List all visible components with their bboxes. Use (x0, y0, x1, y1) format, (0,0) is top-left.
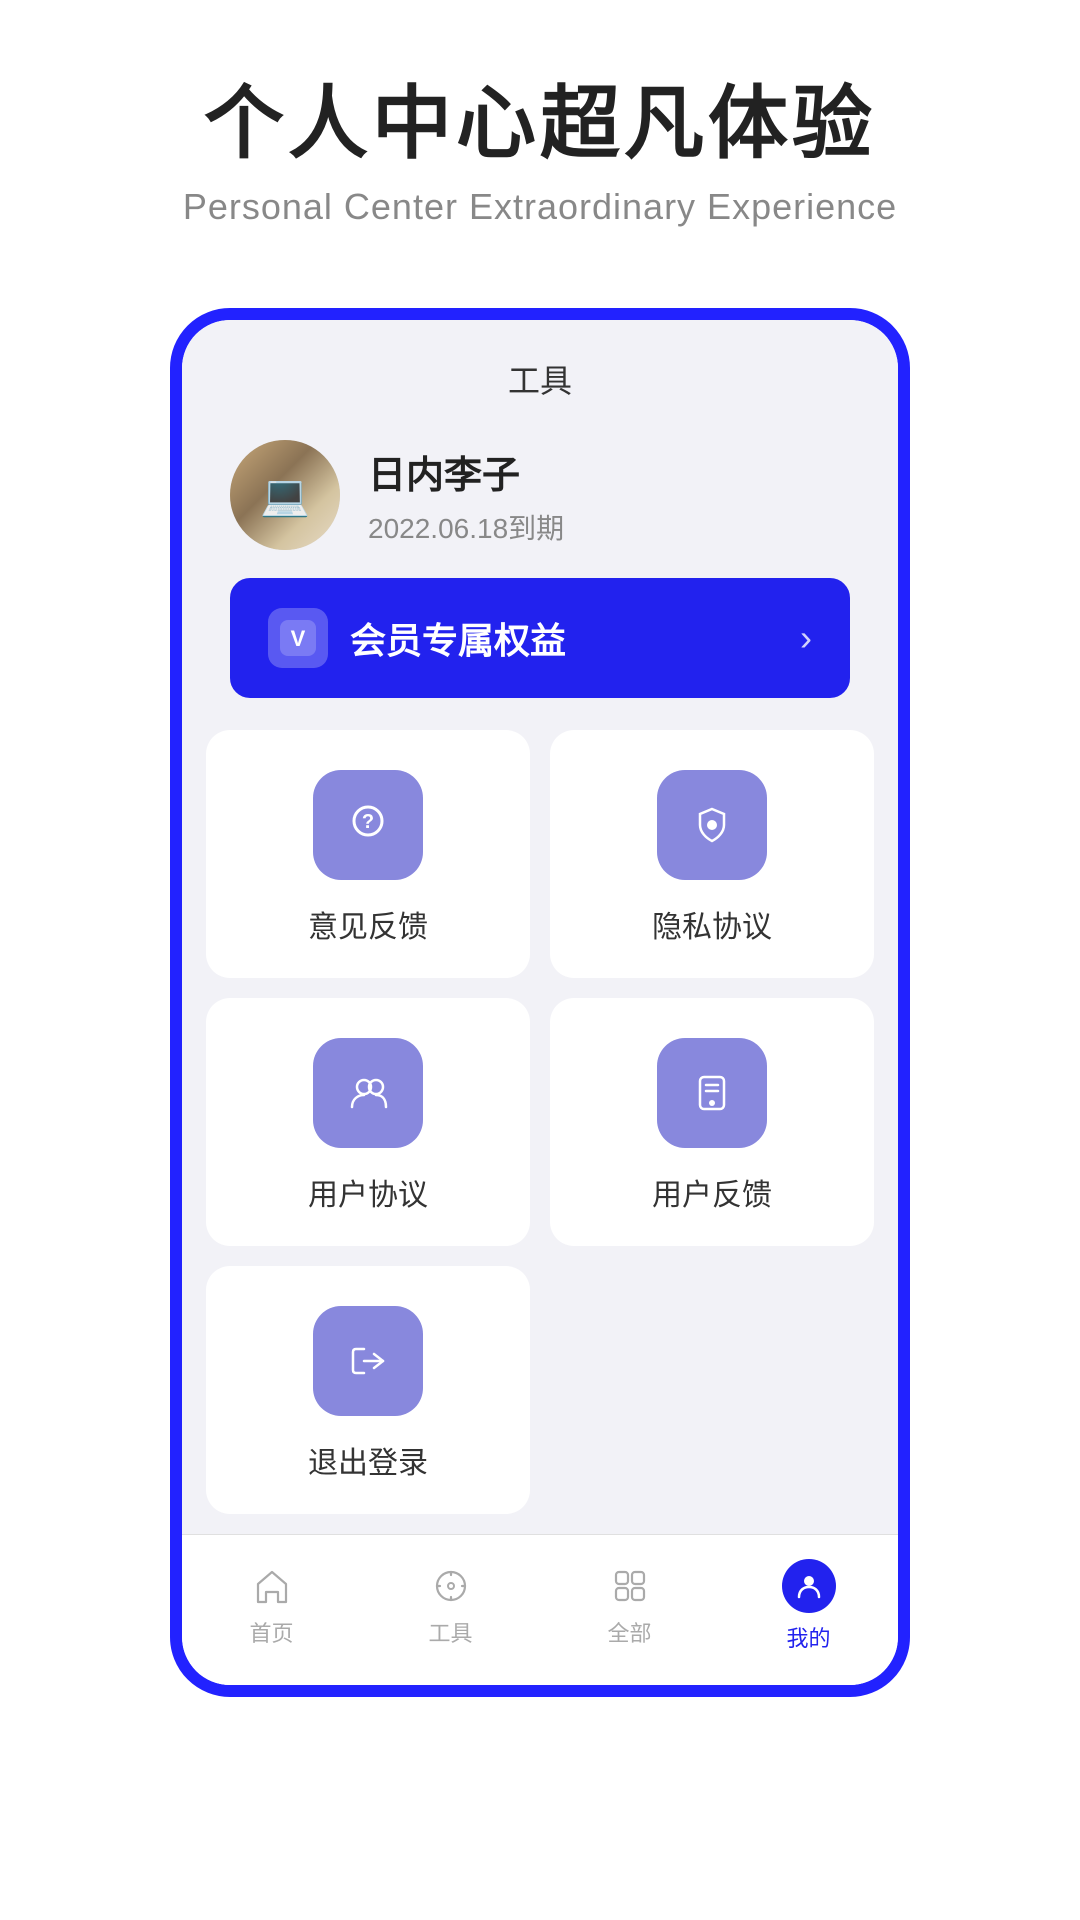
user-agreement-icon-bg (313, 1038, 423, 1148)
privacy-icon-bg (657, 770, 767, 880)
phone-inner: 工具 日内李子 2022.06.18到期 V 会 (182, 320, 898, 1685)
page-title-en: Personal Center Extraordinary Experience (183, 186, 897, 228)
member-btn-arrow: › (800, 617, 812, 659)
user-feedback-icon-bg (657, 1038, 767, 1148)
profile-info: 日内李子 2022.06.18到期 (368, 444, 564, 547)
grid-empty (550, 1266, 874, 1514)
grid-item-user-feedback[interactable]: 用户反馈 (550, 998, 874, 1246)
user-agreement-icon (342, 1067, 394, 1119)
nav-label-tools: 工具 (428, 1616, 472, 1648)
member-btn-label: 会员专属权益 (350, 612, 566, 664)
svg-text:?: ? (362, 811, 374, 833)
grid-row-2: 用户协议 用户反馈 (182, 998, 898, 1246)
profile-section: 日内李子 2022.06.18到期 (182, 420, 898, 578)
page-title-zh: 个人中心超凡体验 (204, 80, 876, 168)
grid-icon (608, 1564, 652, 1608)
avatar (230, 440, 340, 550)
member-icon: V (268, 608, 328, 668)
user-feedback-icon (686, 1067, 738, 1119)
nav-label-all: 全部 (607, 1616, 651, 1648)
feedback-icon: ? (342, 799, 394, 851)
nav-item-home[interactable]: 首页 (182, 1564, 361, 1648)
logout-label: 退出登录 (308, 1438, 428, 1482)
me-active-dot (782, 1559, 836, 1613)
nav-item-me[interactable]: 我的 (719, 1559, 898, 1653)
grid-row-1: ? 意见反馈 隐私协议 (182, 730, 898, 978)
user-agreement-label: 用户协议 (308, 1170, 428, 1214)
nav-label-home: 首页 (249, 1616, 293, 1648)
grid-item-privacy[interactable]: 隐私协议 (550, 730, 874, 978)
grid-item-logout[interactable]: 退出登录 (206, 1266, 530, 1514)
grid-row-3: 退出登录 (182, 1266, 898, 1514)
user-feedback-label: 用户反馈 (652, 1170, 772, 1214)
profile-name: 日内李子 (368, 444, 564, 499)
member-btn-left: V 会员专属权益 (268, 608, 566, 668)
feedback-label: 意见反馈 (308, 902, 428, 946)
profile-expiry: 2022.06.18到期 (368, 507, 564, 547)
top-bar-label: 工具 (508, 363, 572, 399)
home-icon (250, 1564, 294, 1608)
avatar-image (230, 440, 340, 550)
phone-frame: 工具 日内李子 2022.06.18到期 V 会 (170, 308, 910, 1697)
member-benefits-button[interactable]: V 会员专属权益 › (230, 578, 850, 698)
top-bar: 工具 (182, 320, 898, 420)
me-icon (794, 1571, 824, 1601)
svg-text:V: V (291, 626, 306, 651)
tools-icon (429, 1564, 473, 1608)
logout-icon (342, 1335, 394, 1387)
privacy-label: 隐私协议 (652, 902, 772, 946)
nav-item-all[interactable]: 全部 (540, 1564, 719, 1648)
grid-item-user-agreement[interactable]: 用户协议 (206, 998, 530, 1246)
vip-icon: V (280, 620, 316, 656)
nav-item-tools[interactable]: 工具 (361, 1564, 540, 1648)
nav-label-me: 我的 (786, 1621, 830, 1653)
privacy-icon (686, 799, 738, 851)
grid-item-feedback[interactable]: ? 意见反馈 (206, 730, 530, 978)
bottom-nav: 首页 工具 (182, 1534, 898, 1685)
feedback-icon-bg: ? (313, 770, 423, 880)
logout-icon-bg (313, 1306, 423, 1416)
